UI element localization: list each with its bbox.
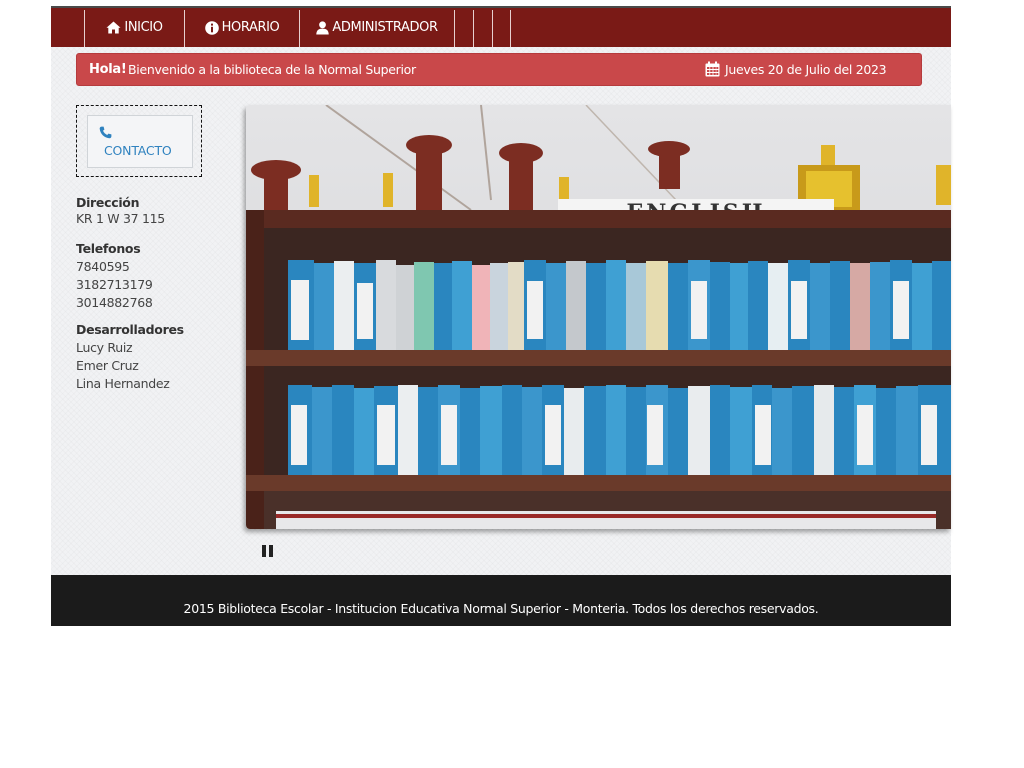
calendar-icon [705,61,720,77]
slider-image: ENGLISH [246,105,951,529]
contact-button[interactable]: CONTACTO [87,115,193,168]
info-icon [204,20,219,35]
developer-name: Emer Cruz [76,358,139,373]
phone-number: 7840595 [76,259,130,274]
pause-bar [269,545,273,557]
nav-horario-label: HORARIO [221,20,280,35]
nav-separator [492,10,493,47]
greeting-message: Bienvenido a la biblioteca de la Normal … [128,62,416,77]
contact-box: CONTACTO [76,105,202,177]
nav-administrador[interactable]: ADMINISTRADOR [300,8,454,47]
phone-number: 3014882768 [76,295,153,310]
bookshelf-photo: ENGLISH [246,105,951,529]
top-nav: INICIO HORARIO ADMINISTRADOR [51,6,951,47]
pause-icon[interactable] [262,545,273,557]
phone-icon [99,124,112,143]
page: INICIO HORARIO ADMINISTRADOR Hola! Bienv… [51,6,951,626]
nav-administrador-label: ADMINISTRADOR [332,20,438,35]
greeting-hola: Hola! [89,62,127,77]
address-text: KR 1 W 37 115 [76,211,165,226]
developers-heading: Desarrolladores [76,322,184,337]
developer-name: Lucy Ruiz [76,340,133,355]
home-icon [106,21,121,34]
nav-separator [510,10,511,47]
footer: 2015 Biblioteca Escolar - Institucion Ed… [51,575,951,626]
address-heading: Dirección [76,195,140,210]
nav-horario[interactable]: HORARIO [185,8,299,47]
welcome-banner: Hola! Bienvenido a la biblioteca de la N… [76,53,922,86]
address-block: Dirección KR 1 W 37 115 [76,195,165,226]
developers-block: Desarrolladores Lucy Ruiz Emer Cruz Lina… [76,321,184,393]
nav-separator [454,10,455,47]
phone-number: 3182713179 [76,277,153,292]
phones-block: Telefonos 7840595 3182713179 3014882768 [76,240,153,312]
nav-separator [473,10,474,47]
user-icon [316,20,330,35]
contact-label: CONTACTO [104,143,172,158]
nav-inicio-label: INICIO [124,20,163,35]
pause-bar [262,545,266,557]
current-date-text: Jueves 20 de Julio del 2023 [725,61,887,77]
footer-text: 2015 Biblioteca Escolar - Institucion Ed… [183,601,819,616]
current-date: Jueves 20 de Julio del 2023 [705,61,887,77]
developer-name: Lina Hernandez [76,376,170,391]
phones-heading: Telefonos [76,241,141,256]
nav-inicio[interactable]: INICIO [85,8,184,47]
